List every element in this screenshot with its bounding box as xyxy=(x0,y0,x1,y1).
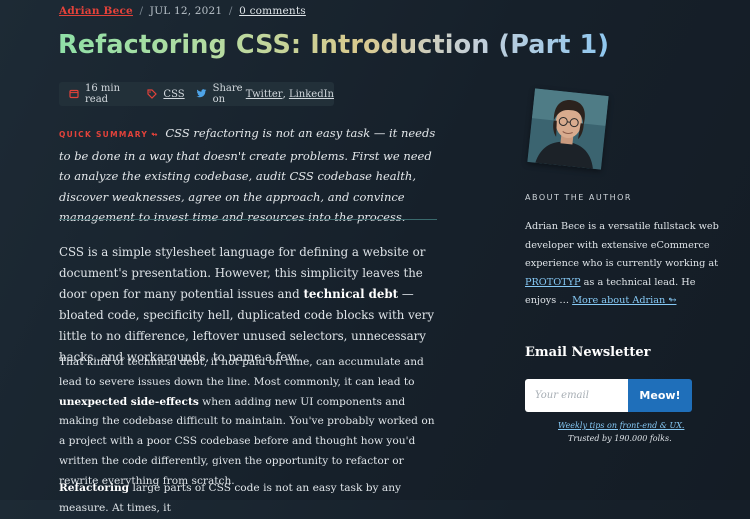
share-comma: , xyxy=(283,89,286,100)
paragraph-text: when adding new UI components and making… xyxy=(59,396,435,487)
newsletter-trusted-text: Trusted by 190.000 folks. xyxy=(568,434,672,443)
newsletter-email-input[interactable] xyxy=(525,379,629,412)
article-title: Refactoring CSS: Introduction (Part 1) xyxy=(58,30,609,60)
prototyp-link[interactable]: PROTOTYP xyxy=(525,277,581,288)
emphasis-technical-debt: technical debt xyxy=(303,287,398,301)
twitter-icon xyxy=(196,89,207,99)
read-time-label: 16 min read xyxy=(85,83,136,105)
bio-text: Adrian Bece is a versatile fullstack web… xyxy=(525,221,719,269)
publish-date: JUL 12, 2021 xyxy=(150,5,223,17)
author-link[interactable]: Adrian Bece xyxy=(59,5,133,17)
comments-link[interactable]: 0 comments xyxy=(239,5,306,17)
byline: Adrian Bece / JUL 12, 2021 / 0 comments xyxy=(59,5,306,17)
summary-divider xyxy=(59,219,437,220)
article-paragraph-3: Refactoring large parts of CSS code is n… xyxy=(59,479,441,519)
article-paragraph-1: CSS is a simple stylesheet language for … xyxy=(59,242,441,368)
share-item: Share on Twitter, LinkedIn xyxy=(196,83,334,105)
author-bio: Adrian Bece is a versatile fullstack web… xyxy=(525,218,725,311)
emphasis-side-effects: unexpected side-effects xyxy=(59,396,199,408)
quick-summary-label: QUICK SUMMARY xyxy=(59,130,148,139)
article-meta-bar: 16 min read CSS Share on Twitter, Linked… xyxy=(59,82,334,106)
read-time: 16 min read xyxy=(69,83,136,105)
about-author-heading: ABOUT THE AUTHOR xyxy=(525,193,632,202)
quick-summary: QUICK SUMMARY↬ CSS refactoring is not an… xyxy=(59,123,439,228)
emphasis-refactoring: Refactoring xyxy=(59,482,129,494)
quick-summary-text: CSS refactoring is not an easy task — it… xyxy=(59,126,435,224)
share-twitter-link[interactable]: Twitter xyxy=(246,89,283,100)
share-linkedin-link[interactable]: LinkedIn xyxy=(289,89,334,100)
article-paragraph-2: That kind of technical debt, if not paid… xyxy=(59,353,441,492)
newsletter-heading: Email Newsletter xyxy=(525,345,651,360)
clock-icon xyxy=(69,89,79,99)
newsletter-subscribe-button[interactable]: Meow! xyxy=(628,379,692,412)
more-about-author-link[interactable]: More about Adrian ↬ xyxy=(572,295,676,306)
byline-separator-2: / xyxy=(229,5,233,17)
newsletter-tips-link[interactable]: Weekly tips on front-end & UX. xyxy=(558,421,684,430)
share-prefix: Share on xyxy=(213,83,243,105)
paragraph-text: That kind of technical debt, if not paid… xyxy=(59,356,424,388)
tag-css-link[interactable]: CSS xyxy=(163,89,184,100)
quick-summary-arrow: ↬ xyxy=(151,130,159,139)
author-avatar xyxy=(527,88,608,169)
tag-item: CSS xyxy=(147,89,184,100)
byline-separator: / xyxy=(139,5,143,17)
tag-icon xyxy=(147,89,157,99)
